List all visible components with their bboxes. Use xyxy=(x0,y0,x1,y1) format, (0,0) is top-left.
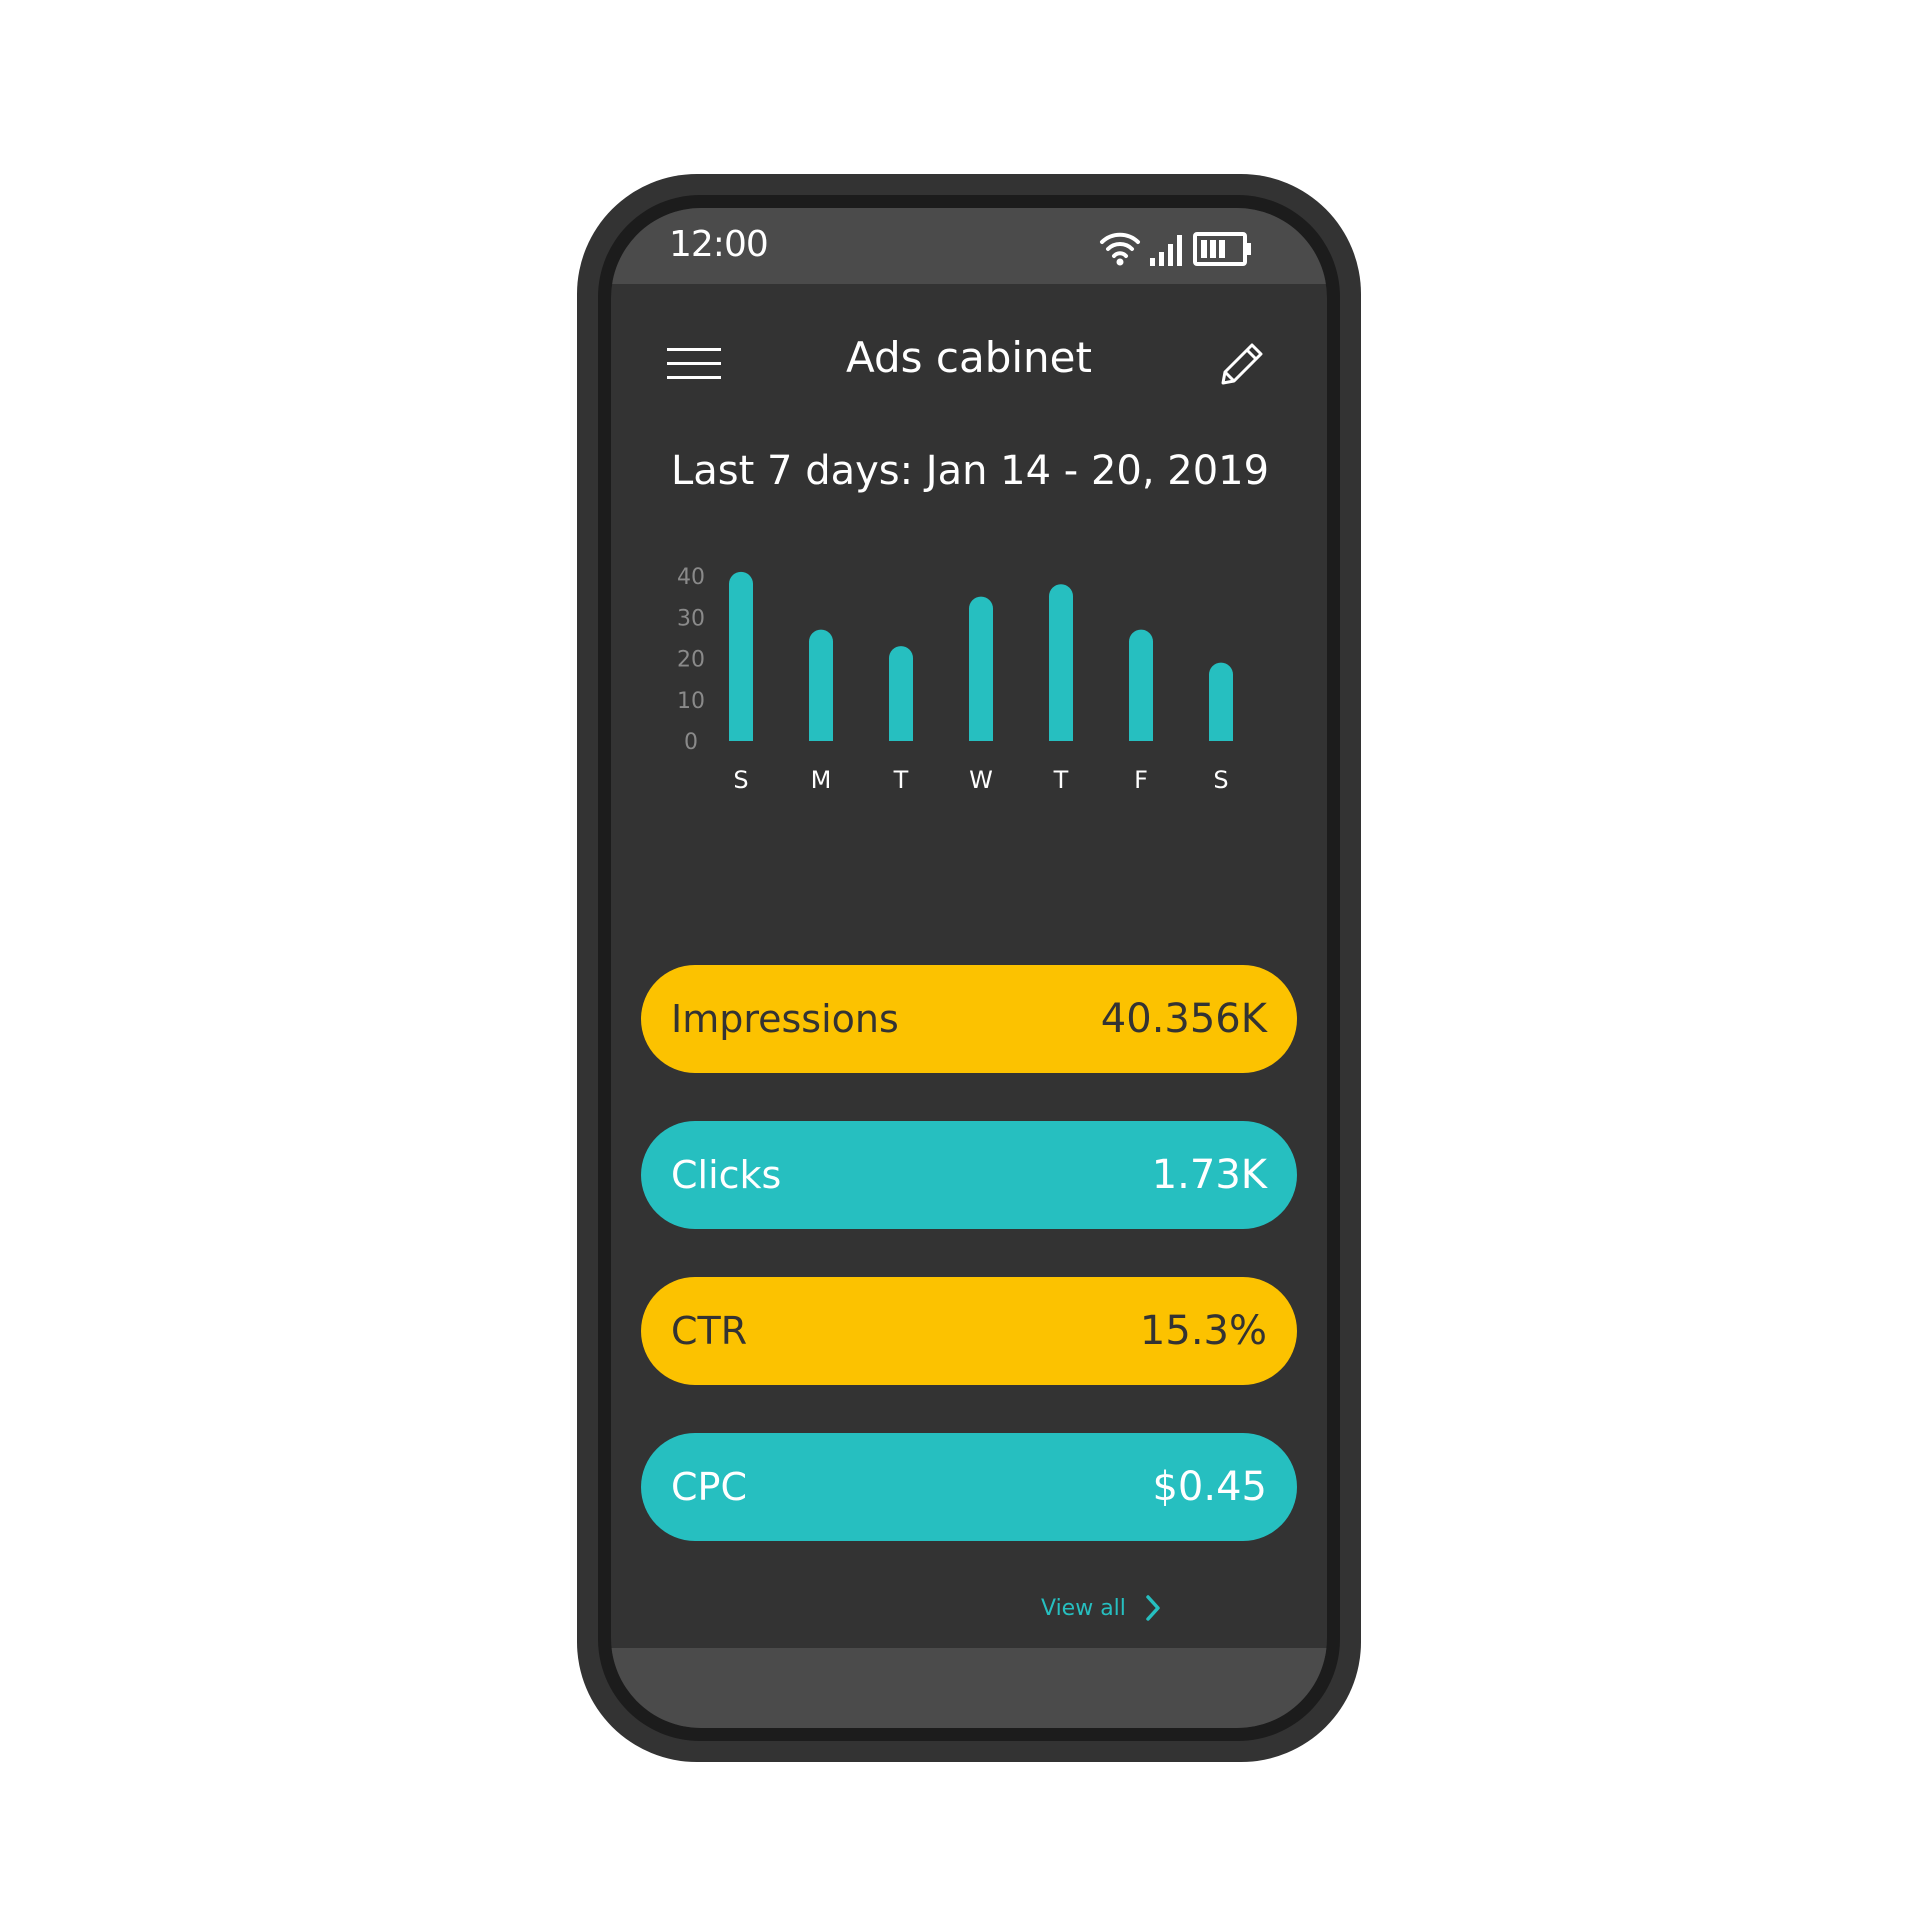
status-bar: 12:00 xyxy=(611,208,1327,284)
metric-value: 40.356K xyxy=(1100,996,1267,1042)
metric-value: $0.45 xyxy=(1152,1464,1267,1510)
date-range-label: Last 7 days: Jan 14 - 20, 2019 xyxy=(671,448,1270,494)
impressions-bar-chart: 40 30 20 10 0 S M T W T F S xyxy=(677,565,1233,794)
metric-cpc[interactable]: CPC $0.45 xyxy=(641,1433,1297,1541)
x-tick-label: F xyxy=(1134,766,1148,794)
chart-bar xyxy=(969,596,993,741)
chevron-right-icon xyxy=(1146,1595,1160,1621)
chart-bar xyxy=(889,646,913,741)
metric-label: Clicks xyxy=(671,1153,782,1197)
metric-label: Impressions xyxy=(671,997,899,1041)
bottom-nav-bar xyxy=(611,1648,1327,1728)
x-tick-label: S xyxy=(1213,766,1228,794)
chart-bar xyxy=(1049,584,1073,741)
chart-bar xyxy=(1209,662,1233,741)
status-time: 12:00 xyxy=(669,224,769,265)
battery-icon xyxy=(1193,232,1251,266)
metric-label: CPC xyxy=(671,1465,747,1509)
pencil-icon[interactable] xyxy=(1215,334,1271,390)
x-tick-label: S xyxy=(733,766,748,794)
x-tick-label: T xyxy=(1053,766,1069,794)
metric-ctr[interactable]: CTR 15.3% xyxy=(641,1277,1297,1385)
metric-impressions[interactable]: Impressions 40.356K xyxy=(641,965,1297,1073)
y-tick-label: 30 xyxy=(677,606,705,631)
view-all-link[interactable]: View all xyxy=(1041,1588,1162,1628)
x-tick-label: T xyxy=(893,766,909,794)
x-tick-label: W xyxy=(969,766,993,794)
y-tick-label: 0 xyxy=(684,730,698,755)
app-screen: 12:00 Ads cabinet Last 7 days: Jan 14 - … xyxy=(611,208,1327,1728)
chart-bar xyxy=(729,571,753,741)
y-tick-label: 10 xyxy=(677,689,705,714)
metric-value: 1.73K xyxy=(1151,1152,1267,1198)
wifi-icon xyxy=(1100,232,1140,266)
metric-label: CTR xyxy=(671,1309,748,1353)
metric-clicks[interactable]: Clicks 1.73K xyxy=(641,1121,1297,1229)
signal-icon xyxy=(1150,235,1182,266)
chart-bar xyxy=(809,629,833,741)
metric-value: 15.3% xyxy=(1139,1308,1267,1354)
y-tick-label: 20 xyxy=(677,648,705,673)
y-tick-label: 40 xyxy=(677,565,705,590)
chart-bar xyxy=(1129,629,1153,741)
view-all-label: View all xyxy=(1041,1595,1126,1621)
x-tick-label: M xyxy=(811,766,832,794)
